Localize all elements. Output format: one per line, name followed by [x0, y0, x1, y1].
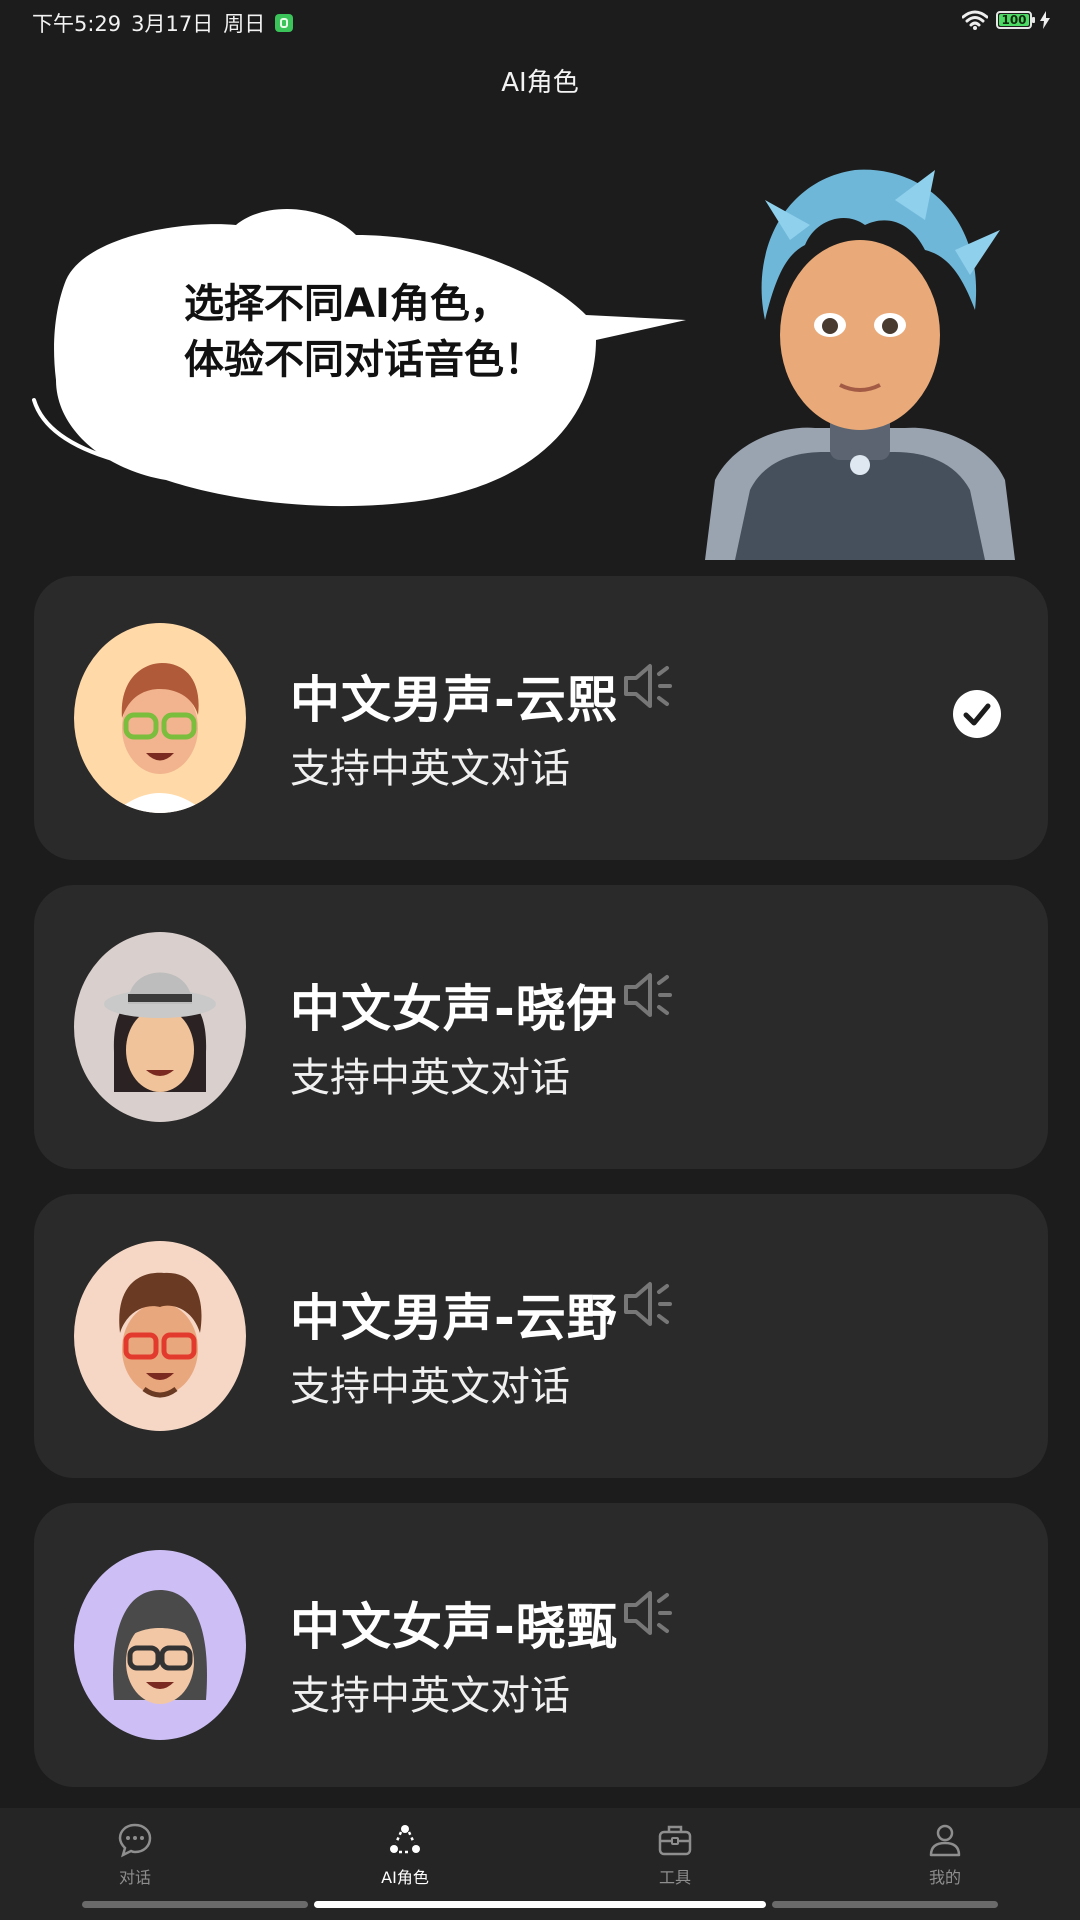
hero-banner: 选择不同AI角色， 体验不同对话音色！: [0, 150, 1080, 560]
bubble-line-1: 选择不同AI角色，: [184, 281, 510, 327]
nav-item-chat[interactable]: 对话: [65, 1808, 205, 1896]
voice-card-xiaoyi[interactable]: 中文女声-晓伊 支持中英文对话: [34, 885, 1048, 1169]
wifi-icon: [962, 10, 988, 30]
ai-role-screen: 下午5:29 3月17日 周日 100 AI角色 选择不同AI角色， 体验不同对…: [0, 0, 1080, 1920]
voice-name: 中文男声-云野: [290, 1289, 618, 1347]
speaker-icon[interactable]: [620, 658, 676, 714]
voice-name: 中文女声-晓伊: [290, 980, 618, 1038]
nav-label: 对话: [118, 1868, 151, 1887]
voice-card-xiaozhen[interactable]: 中文女声-晓甄 支持中英文对话: [34, 1503, 1048, 1787]
nav-item-tools[interactable]: 工具: [605, 1808, 745, 1896]
nav-label: AI角色: [381, 1868, 429, 1887]
selected-check-icon: [953, 690, 1001, 738]
charging-bolt-icon: [1040, 11, 1050, 29]
bubble-line-2: 体验不同对话音色！: [184, 337, 544, 383]
nav-label: 我的: [928, 1868, 961, 1887]
chat-bubble-icon: [118, 1823, 152, 1858]
scroll-indicator-left: [82, 1901, 308, 1908]
scroll-indicator-right: [772, 1901, 998, 1908]
avatar: [74, 932, 246, 1122]
voice-description: 支持中英文对话: [290, 1364, 570, 1410]
status-left: 下午5:29 3月17日 周日: [32, 8, 294, 38]
speech-bubble-text: 选择不同AI角色， 体验不同对话音色！: [184, 276, 584, 388]
status-right: 100: [962, 10, 1050, 30]
voice-list: 中文男声-云熙 支持中英文对话 中文女声-晓伊 支持中英文对话 中文男声-云野 …: [34, 576, 1048, 1812]
voice-card-yunye[interactable]: 中文男声-云野 支持中英文对话: [34, 1194, 1048, 1478]
speaker-icon[interactable]: [620, 1276, 676, 1332]
ai-role-icon: [390, 1825, 420, 1854]
avatar: [74, 1241, 246, 1431]
status-weekday: 周日: [223, 12, 266, 36]
speaker-icon[interactable]: [620, 1585, 676, 1641]
battery-level: 100: [1001, 13, 1027, 27]
home-indicator[interactable]: [314, 1901, 766, 1908]
nav-item-profile[interactable]: 我的: [875, 1808, 1015, 1896]
robot-character-image: [705, 169, 1015, 560]
nav-label: 工具: [658, 1868, 691, 1887]
toolbox-icon: [658, 1825, 692, 1856]
status-bar: 下午5:29 3月17日 周日 100: [0, 0, 1080, 44]
speaker-icon[interactable]: [620, 967, 676, 1023]
avatar: [74, 623, 246, 813]
battery-icon: 100: [996, 11, 1035, 29]
page-title: AI角色: [501, 68, 579, 98]
profile-icon: [929, 1824, 961, 1857]
voice-name: 中文男声-云熙: [290, 671, 618, 729]
voice-name: 中文女声-晓甄: [290, 1598, 618, 1656]
notification-app-icon: [275, 14, 294, 32]
voice-card-yunxi[interactable]: 中文男声-云熙 支持中英文对话: [34, 576, 1048, 860]
status-time: 下午5:29: [32, 12, 122, 36]
nav-item-ai-role[interactable]: AI角色: [335, 1808, 475, 1896]
voice-description: 支持中英文对话: [290, 1055, 570, 1101]
avatar: [74, 1550, 246, 1740]
voice-description: 支持中英文对话: [290, 746, 570, 792]
status-date: 3月17日: [131, 12, 214, 36]
voice-description: 支持中英文对话: [290, 1673, 570, 1719]
